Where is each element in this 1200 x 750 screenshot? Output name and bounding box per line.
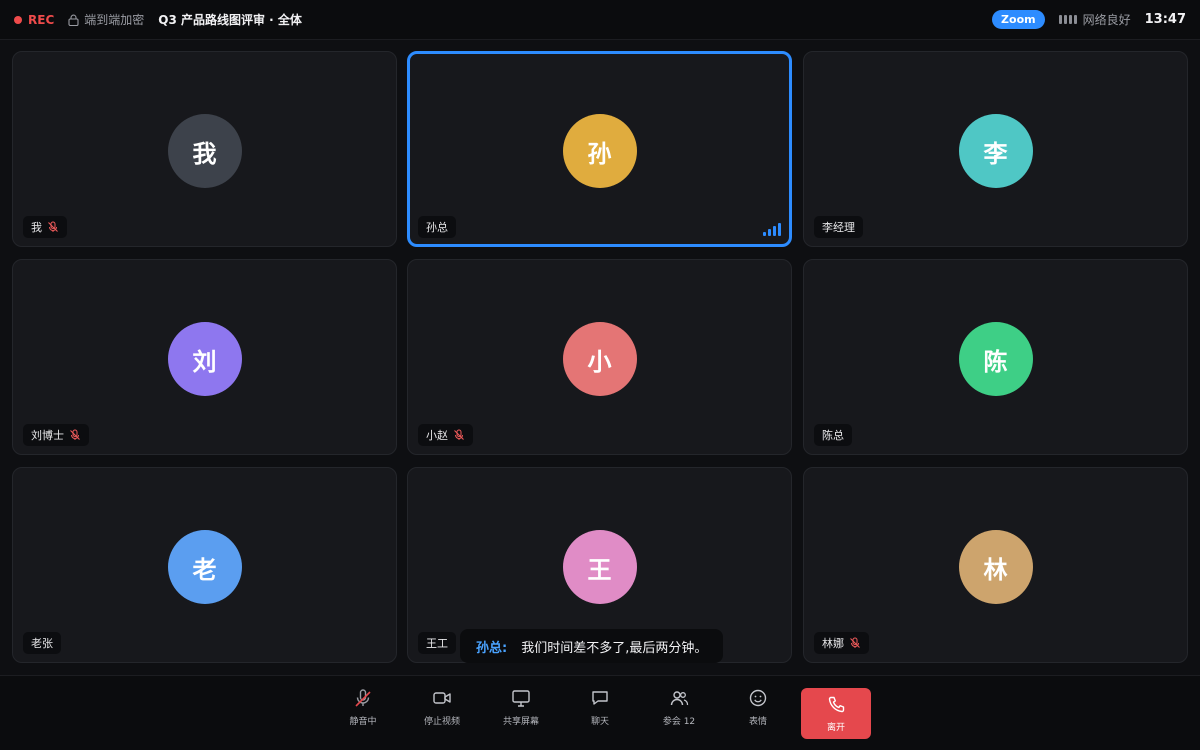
name-tag: 陈总 [814, 424, 852, 446]
chat-button[interactable]: 聊天 [565, 688, 635, 727]
avatar: 林 [958, 530, 1033, 604]
participant-name: 小赵 [426, 429, 448, 442]
chat-label: 聊天 [590, 717, 609, 727]
participant-tile[interactable]: 我 我 [12, 51, 397, 247]
mic-muted-icon [48, 221, 58, 232]
mute-button[interactable]: 静音中 [328, 688, 398, 727]
chat-bubble-icon [592, 691, 608, 705]
participant-name: 林娜 [822, 637, 844, 650]
caption-speaker: 孙总: [476, 640, 508, 656]
participant-name: 老张 [31, 637, 53, 650]
mute-label: 静音中 [349, 717, 377, 727]
participants-label: 参会 12 [662, 717, 696, 727]
meeting-toolbar: 静音中 停止视频 共享屏幕 聊天 参会 12 表情 离开 [0, 675, 1200, 750]
smiley-icon [749, 689, 767, 707]
video-grid: 我 我 孙 孙总 李 李经理 刘 刘博士 小 小赵 陈 陈总 老 老张 王 王工… [12, 51, 1188, 664]
leave-label: 离开 [826, 722, 845, 733]
participant-name: 陈总 [822, 429, 844, 442]
avatar: 陈 [958, 322, 1033, 396]
participant-tile[interactable]: 林 林娜 [803, 467, 1188, 663]
encryption-indicator: 端到端加密 [68, 11, 144, 28]
mic-muted-icon [454, 429, 464, 440]
name-tag: 我 [23, 216, 67, 238]
participant-name: 王工 [426, 637, 448, 650]
mic-muted-icon [355, 689, 371, 707]
stop-video-button[interactable]: 停止视频 [407, 688, 477, 727]
network-status: 网络良好 [1058, 11, 1131, 28]
avatar: 孙 [562, 114, 637, 188]
video-camera-icon [433, 692, 451, 704]
participant-name: 我 [31, 221, 42, 234]
share-label: 共享屏幕 [502, 717, 539, 727]
participants-button[interactable]: 参会 12 [644, 688, 714, 727]
avatar: 我 [167, 114, 242, 188]
mic-muted-icon [850, 637, 860, 648]
clock: 13:47 [1144, 12, 1186, 27]
name-tag: 老张 [23, 632, 61, 654]
reactions-button[interactable]: 表情 [723, 688, 793, 727]
recording-label: REC [28, 12, 55, 27]
encryption-label: 端到端加密 [84, 13, 145, 27]
app-badge: Zoom [992, 10, 1045, 29]
participant-tile[interactable]: 老 老张 [12, 467, 397, 663]
live-caption: 孙总: 我们时间差不多了,最后两分钟。 [460, 629, 724, 663]
recording-indicator: REC [14, 13, 54, 27]
mic-muted-icon [70, 429, 80, 440]
participant-name: 李经理 [822, 221, 855, 234]
phone-icon [828, 696, 845, 712]
avatar: 老 [167, 530, 242, 604]
name-tag: 孙总 [418, 216, 456, 238]
caption-text: 我们时间差不多了,最后两分钟。 [521, 640, 708, 656]
top-bar: REC 端到端加密 Q3 产品路线图评审 · 全体 Zoom 网络良好 13:4… [0, 0, 1200, 40]
participant-tile[interactable]: 小 小赵 [407, 259, 792, 455]
lock-icon [68, 14, 79, 26]
avatar: 李 [958, 114, 1033, 188]
name-tag: 林娜 [814, 632, 869, 654]
speaking-indicator-icon [763, 222, 781, 236]
participant-name: 孙总 [426, 221, 448, 234]
name-tag: 李经理 [814, 216, 863, 238]
participant-tile[interactable]: 刘 刘博士 [12, 259, 397, 455]
participant-tile[interactable]: 陈 陈总 [803, 259, 1188, 455]
avatar: 小 [562, 322, 637, 396]
participant-name: 刘博士 [31, 429, 64, 442]
avatar: 刘 [167, 322, 242, 396]
video-label: 停止视频 [423, 717, 460, 727]
meeting-title: Q3 产品路线图评审 · 全体 [158, 13, 302, 27]
network-label: 网络良好 [1082, 13, 1131, 27]
monitor-icon [512, 690, 530, 707]
record-dot-icon [14, 15, 22, 24]
participant-tile-active-speaker[interactable]: 孙 孙总 [407, 51, 792, 247]
name-tag: 王工 [418, 632, 456, 654]
signal-icon [1058, 15, 1077, 24]
name-tag: 小赵 [418, 424, 473, 446]
name-tag: 刘博士 [23, 424, 89, 446]
participant-tile[interactable]: 李 李经理 [803, 51, 1188, 247]
avatar: 王 [562, 530, 637, 604]
reactions-label: 表情 [748, 717, 767, 727]
people-icon [670, 691, 689, 706]
leave-button[interactable]: 离开 [801, 688, 871, 739]
share-screen-button[interactable]: 共享屏幕 [486, 688, 556, 727]
